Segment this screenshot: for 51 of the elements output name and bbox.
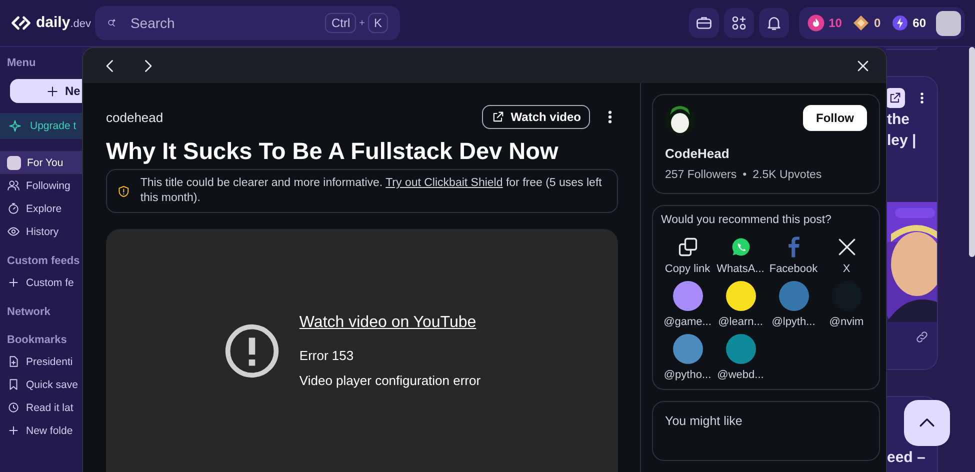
sidebar-item[interactable]: Read it lat [0, 396, 82, 419]
separator-dot: • [742, 169, 747, 181]
share-option[interactable]: X [820, 236, 873, 275]
shortcut-key: Ctrl [325, 13, 356, 33]
follow-button[interactable]: Follow [803, 105, 867, 131]
squad-option[interactable]: @learn... [714, 281, 767, 328]
sidebar-item[interactable]: Presidenti [0, 350, 82, 373]
error-message: Video player configuration error [299, 372, 481, 388]
sidebar-item[interactable]: New folde [0, 419, 82, 442]
share-option[interactable]: Facebook [767, 236, 820, 275]
post-title: eed – [887, 449, 926, 466]
reputation-count: 10 [828, 16, 842, 30]
watch-video-button[interactable]: Watch video [482, 105, 590, 129]
sidebar-item[interactable]: For You [0, 151, 82, 174]
squad-option[interactable]: @webd... [714, 334, 767, 381]
section-heading: Network [6, 306, 52, 320]
author-name: CodeHead [665, 146, 730, 161]
sidebar-item[interactable]: Following [0, 174, 82, 197]
error-code: Error 153 [299, 348, 355, 362]
youtube-link[interactable]: Watch video on YouTube [299, 314, 481, 332]
search-field[interactable]: Search Ctrl + K [95, 6, 400, 40]
section-heading: Bookmarks [6, 334, 68, 348]
search-input[interactable]: Search [128, 14, 314, 32]
squad-option[interactable]: @game... [661, 281, 714, 328]
squad-option[interactable]: @pytho... [661, 334, 714, 381]
source-name: codehead [106, 110, 164, 124]
shortcut-key: K [368, 13, 388, 33]
post-title: Why It Sucks To Be A Fullstack Dev Now [106, 137, 560, 165]
upgrade-link[interactable]: Upgrade t [0, 113, 82, 139]
squad-option[interactable]: @nvim [820, 281, 873, 328]
followers-count: 257 Followers [665, 169, 737, 181]
streak-count: 60 [912, 16, 926, 30]
sidebar-item[interactable]: Explore [0, 197, 82, 220]
section-heading: Menu [6, 57, 37, 71]
logo-wordmark: daily.dev [36, 14, 91, 32]
upvotes-count: 2.5K Upvotes [752, 169, 822, 181]
share-option[interactable]: WhatsA... [714, 236, 767, 275]
sidebar-item[interactable]: History [0, 220, 82, 243]
related-heading: You might like [665, 414, 744, 428]
shortcut-plus: + [359, 18, 365, 28]
clickbait-shield-link[interactable]: Try out Clickbait Shield [386, 177, 503, 189]
sidebar-item[interactable]: Quick save [0, 373, 82, 396]
post-title: the ley | [886, 110, 918, 151]
new-post-button[interactable]: Ne [10, 79, 82, 103]
share-option[interactable]: Copy link [661, 236, 714, 275]
section-heading: Custom feeds [6, 255, 81, 269]
share-prompt: Would you recommend this post? [661, 214, 832, 226]
squad-option[interactable]: @lpyth... [767, 281, 820, 328]
sidebar-item[interactable]: Custom fe [0, 271, 82, 294]
clickbait-notice: This title could be clearer and more informative. Try out Clickbait Shield for free (5 uses left this month). [140, 176, 603, 206]
cores-count: 0 [874, 16, 881, 30]
